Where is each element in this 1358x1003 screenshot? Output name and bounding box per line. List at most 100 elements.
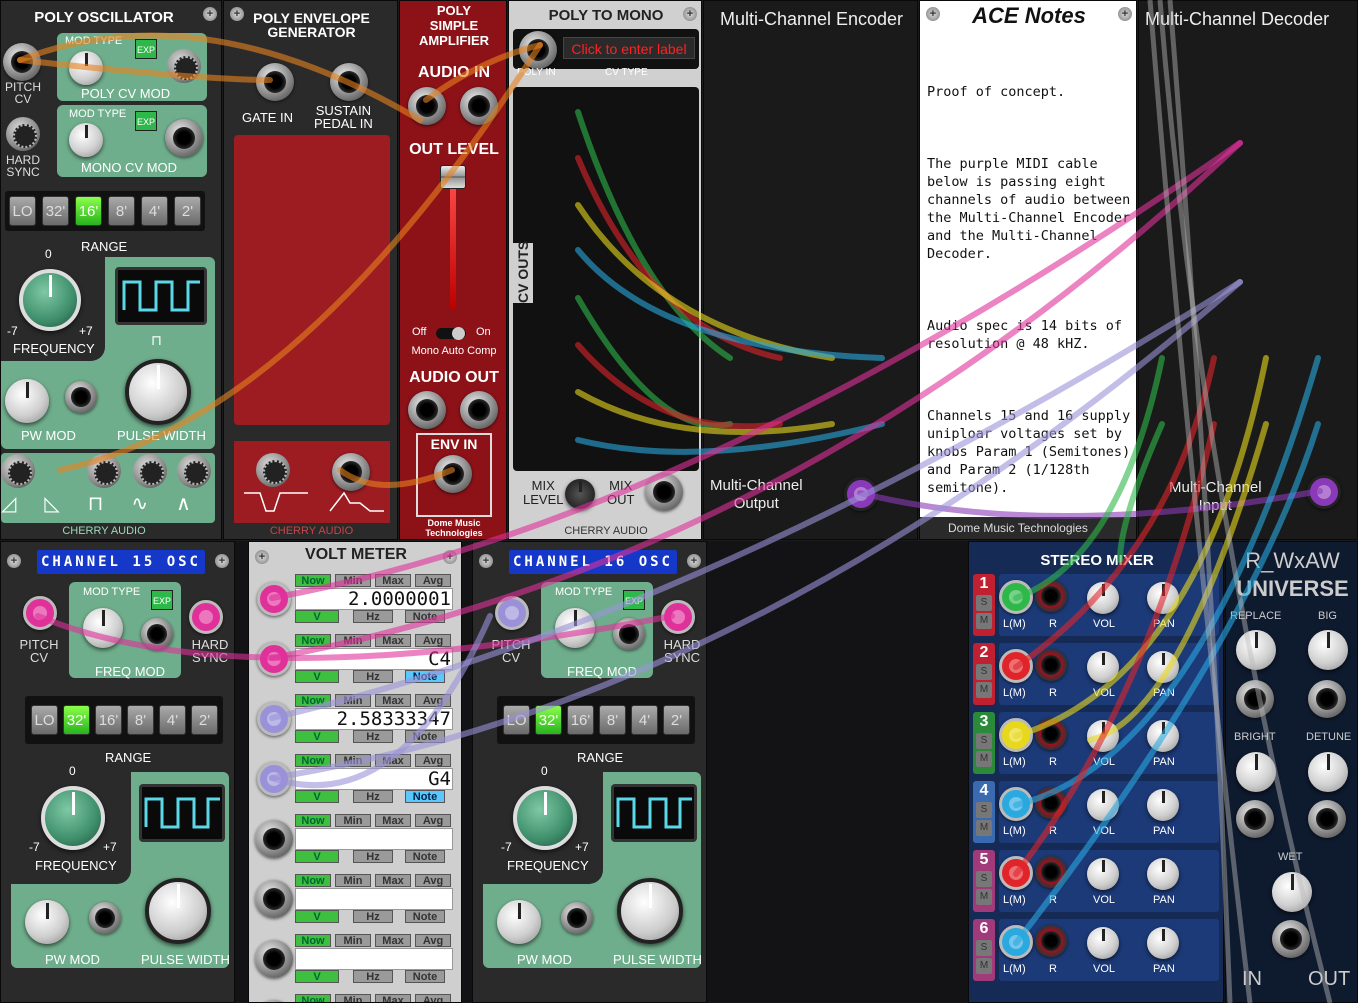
saw-out-jack[interactable]	[87, 454, 121, 488]
vm-btn-min-8[interactable]: Min	[335, 994, 371, 1002]
mixer-pan-knob-1[interactable]	[1147, 582, 1179, 614]
freq-mod-jack-osc16[interactable]	[613, 618, 645, 650]
mixer-r-jack-6[interactable]	[1035, 925, 1067, 957]
range-button-osc15-2[interactable]: 16'	[95, 705, 122, 735]
range-button-osc16-3[interactable]: 8'	[599, 705, 626, 735]
gate-in-jack[interactable]	[256, 63, 294, 101]
vm-btn-max-1[interactable]: Max	[375, 574, 411, 587]
vm-btn-now-6[interactable]: Now	[295, 874, 331, 887]
mixer-r-jack-1[interactable]	[1035, 580, 1067, 612]
vm-btn-max-8[interactable]: Max	[375, 994, 411, 1002]
vm-btn-hz-7[interactable]: Hz	[353, 970, 393, 983]
mixer-r-jack-5[interactable]	[1035, 856, 1067, 888]
pulse-width-knob[interactable]	[125, 359, 191, 425]
exp-button-osc16[interactable]: EXP	[623, 590, 645, 610]
vm-btn-min-2[interactable]: Min	[335, 634, 371, 647]
range-button-4[interactable]: 4'	[141, 196, 168, 226]
pitch-cv-plug-osc16[interactable]	[495, 596, 529, 630]
range-button-osc16-1[interactable]: 32'	[535, 705, 562, 735]
vm-btn-avg-7[interactable]: Avg	[415, 934, 451, 947]
mixer-vol-knob-3[interactable]	[1087, 720, 1119, 752]
mixer-solo-6[interactable]: S	[976, 940, 992, 956]
freq-mod-jack-osc15[interactable]	[141, 618, 173, 650]
vm-btn-hz-4[interactable]: Hz	[353, 790, 393, 803]
vm-btn-max-4[interactable]: Max	[375, 754, 411, 767]
vm-btn-avg-5[interactable]: Avg	[415, 814, 451, 827]
vm-btn-v-4[interactable]: V	[295, 790, 339, 803]
mixer-vol-knob-2[interactable]	[1087, 651, 1119, 683]
range-button-3[interactable]: 8'	[108, 196, 135, 226]
range-button-osc15-5[interactable]: 2'	[191, 705, 218, 735]
mixer-pan-knob-2[interactable]	[1147, 651, 1179, 683]
mono-cv-mod-jack[interactable]	[165, 119, 203, 157]
exp-button-osc15[interactable]: EXP	[151, 590, 173, 610]
pulse-width-knob-osc15[interactable]	[145, 878, 211, 944]
vm-btn-now-4[interactable]: Now	[295, 754, 331, 767]
pw-mod-knob-osc15[interactable]	[25, 900, 69, 944]
mixer-mute-3[interactable]: M	[976, 751, 992, 767]
mixer-pan-knob-3[interactable]	[1147, 720, 1179, 752]
poly-cv-mod-jack[interactable]	[167, 49, 201, 83]
mixer-pan-knob-5[interactable]	[1147, 858, 1179, 890]
amp-audio-in-jack-2[interactable]	[460, 87, 498, 125]
vm-btn-hz-2[interactable]: Hz	[353, 670, 393, 683]
vm-input-plug-4[interactable]	[257, 762, 291, 796]
vm-btn-now-8[interactable]: Now	[295, 994, 331, 1002]
mono-auto-toggle[interactable]	[436, 327, 466, 340]
vm-btn-avg-3[interactable]: Avg	[415, 694, 451, 707]
vm-btn-max-5[interactable]: Max	[375, 814, 411, 827]
range-button-osc16-2[interactable]: 16'	[567, 705, 594, 735]
vm-btn-v-1[interactable]: V	[295, 610, 339, 623]
vm-btn-v-2[interactable]: V	[295, 670, 339, 683]
range-button-1[interactable]: 32'	[42, 196, 69, 226]
vm-btn-min-7[interactable]: Min	[335, 934, 371, 947]
pw-mod-knob-osc16[interactable]	[497, 900, 541, 944]
vm-btn-hz-5[interactable]: Hz	[353, 850, 393, 863]
replace-knob[interactable]	[1236, 630, 1276, 670]
frequency-knob[interactable]	[19, 269, 81, 331]
range-button-osc15-0[interactable]: LO	[31, 705, 58, 735]
mixer-solo-1[interactable]: S	[976, 595, 992, 611]
mixer-solo-2[interactable]: S	[976, 664, 992, 680]
mixer-mute-4[interactable]: M	[976, 820, 992, 836]
vm-btn-now-5[interactable]: Now	[295, 814, 331, 827]
mono-cv-mod-knob[interactable]	[69, 123, 103, 157]
vm-btn-min-6[interactable]: Min	[335, 874, 371, 887]
vm-btn-hz-3[interactable]: Hz	[353, 730, 393, 743]
bright-knob[interactable]	[1236, 752, 1276, 792]
exp-button-2[interactable]: EXP	[135, 111, 157, 131]
exp-button[interactable]: EXP	[135, 39, 157, 59]
amp-audio-in-jack-1[interactable]	[408, 87, 446, 125]
vm-btn-now-1[interactable]: Now	[295, 574, 331, 587]
mixer-mute-5[interactable]: M	[976, 889, 992, 905]
sustain-in-jack[interactable]	[330, 63, 368, 101]
vm-btn-min-4[interactable]: Min	[335, 754, 371, 767]
env-out-jack-2[interactable]	[332, 453, 370, 491]
vm-btn-now-3[interactable]: Now	[295, 694, 331, 707]
poly-in-jack[interactable]	[519, 31, 557, 69]
mix-out-jack[interactable]	[645, 473, 683, 511]
vm-btn-note-5[interactable]: Note	[405, 850, 445, 863]
range-button-osc15-3[interactable]: 8'	[127, 705, 154, 735]
vm-btn-note-6[interactable]: Note	[405, 910, 445, 923]
vm-btn-note-1[interactable]: Note	[405, 610, 445, 623]
triangle-out-jack[interactable]	[133, 454, 167, 488]
vm-btn-v-3[interactable]: V	[295, 730, 339, 743]
sine-out-jack-a[interactable]	[1, 454, 35, 488]
pitch-cv-jack[interactable]	[3, 43, 41, 81]
pw-mod-knob[interactable]	[5, 379, 49, 423]
vm-btn-v-7[interactable]: V	[295, 970, 339, 983]
vm-input-jack-6[interactable]	[255, 880, 293, 918]
range-button-osc15-1[interactable]: 32'	[63, 705, 90, 735]
range-button-5[interactable]: 2'	[174, 196, 201, 226]
vm-btn-avg-2[interactable]: Avg	[415, 634, 451, 647]
wet-knob[interactable]	[1272, 872, 1312, 912]
mixer-mute-2[interactable]: M	[976, 682, 992, 698]
hard-sync-plug-osc15[interactable]	[189, 600, 223, 634]
amp-env-in-jack[interactable]	[434, 455, 472, 493]
vm-input-jack-7[interactable]	[255, 940, 293, 978]
mixer-l-plug-5[interactable]	[999, 856, 1033, 890]
range-button-2[interactable]: 16'	[75, 196, 102, 226]
mixer-l-plug-3[interactable]	[999, 718, 1033, 752]
range-button-osc16-0[interactable]: LO	[503, 705, 530, 735]
